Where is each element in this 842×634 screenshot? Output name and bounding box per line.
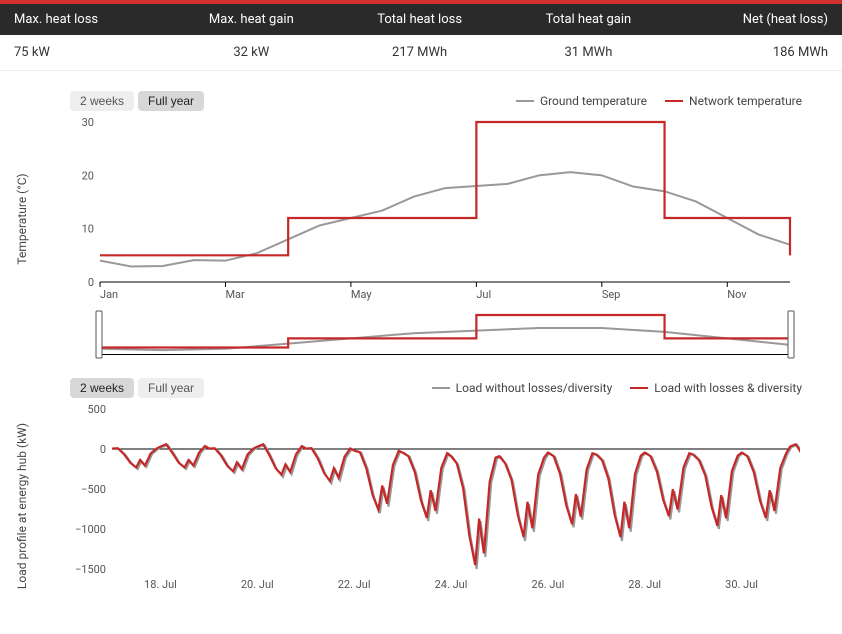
col-total-heat-gain: Total heat gain <box>504 2 673 35</box>
legend-without-label: Load without losses/diversity <box>456 381 613 395</box>
svg-text:18. Jul: 18. Jul <box>144 578 177 591</box>
load-chart-area: 2 weeks Full year Load without losses/di… <box>0 372 842 604</box>
svg-text:30: 30 <box>82 117 94 129</box>
col-net-heat-loss: Net (heat loss) <box>673 2 842 35</box>
legend-ground-temp: Ground temperature <box>516 94 647 108</box>
svg-text:−500: −500 <box>81 483 106 496</box>
chart1-ylabel: Temperature (°C) <box>15 173 29 264</box>
legend-ground-label: Ground temperature <box>540 94 647 108</box>
svg-text:−1000: −1000 <box>75 523 106 536</box>
svg-text:Jul: Jul <box>476 288 491 301</box>
val-net-heat-loss: 186 MWh <box>673 35 842 71</box>
val-max-heat-loss: 75 kW <box>0 35 167 71</box>
svg-text:10: 10 <box>82 223 94 236</box>
heat-stats-table: Max. heat loss Max. heat gain Total heat… <box>0 0 842 71</box>
svg-text:500: 500 <box>87 404 106 416</box>
chart1-plot: Temperature (°C) 0102030JanMarMayJulSepN… <box>70 117 802 307</box>
chart2-2weeks-button[interactable]: 2 weeks <box>70 378 134 398</box>
svg-text:24. Jul: 24. Jul <box>435 578 468 591</box>
chart2-svg[interactable]: −1500 −1000 −500 0 500 18. Jul 20. Jul 22. Jul 2… <box>70 404 800 594</box>
svg-text:0: 0 <box>88 276 94 289</box>
svg-text:Nov: Nov <box>727 288 747 301</box>
chart1-brush[interactable] <box>70 307 800 362</box>
swatch-red-icon <box>630 387 648 389</box>
swatch-gray-icon <box>516 100 534 102</box>
val-total-heat-gain: 31 MWh <box>504 35 673 71</box>
legend-load-with: Load with losses & diversity <box>630 381 802 395</box>
chart2-controls: 2 weeks Full year Load without losses/di… <box>70 378 802 398</box>
svg-text:0: 0 <box>100 443 106 456</box>
col-max-heat-gain: Max. heat gain <box>167 2 335 35</box>
svg-text:20: 20 <box>82 169 94 182</box>
col-total-heat-loss: Total heat loss <box>335 2 503 35</box>
swatch-red-icon <box>665 100 683 102</box>
val-total-heat-loss: 217 MWh <box>335 35 503 71</box>
chart1-2weeks-button[interactable]: 2 weeks <box>70 91 134 111</box>
chart1-fullyear-button[interactable]: Full year <box>138 91 204 111</box>
temperature-chart-area: 2 weeks Full year Ground temperature Net… <box>0 71 842 372</box>
chart2-plot: Load profile at energy hub (kW) −1500−10… <box>70 404 802 594</box>
legend-load-without: Load without losses/diversity <box>432 381 613 395</box>
svg-text:22. Jul: 22. Jul <box>338 578 371 591</box>
svg-text:28. Jul: 28. Jul <box>628 578 661 591</box>
legend-with-label: Load with losses & diversity <box>654 381 802 395</box>
legend-network-temp: Network temperature <box>665 94 802 108</box>
svg-text:Jan: Jan <box>100 288 118 301</box>
svg-text:Sep: Sep <box>602 288 621 301</box>
svg-text:30. Jul: 30. Jul <box>725 578 758 591</box>
stats-value-row: 75 kW 32 kW 217 MWh 31 MWh 186 MWh <box>0 35 842 71</box>
chart2-fullyear-button[interactable]: Full year <box>138 378 204 398</box>
chart2-ylabel: Load profile at energy hub (kW) <box>15 423 29 589</box>
val-max-heat-gain: 32 kW <box>167 35 335 71</box>
svg-text:20. Jul: 20. Jul <box>241 578 274 591</box>
svg-text:26. Jul: 26. Jul <box>531 578 564 591</box>
svg-text:May: May <box>351 288 373 301</box>
legend-network-label: Network temperature <box>689 94 802 108</box>
svg-text:−1500: −1500 <box>75 563 106 576</box>
swatch-gray-icon <box>432 387 450 389</box>
chart1-svg[interactable]: 0 10 20 30 Jan Mar May Jul Sep Nov <box>70 117 800 307</box>
col-max-heat-loss: Max. heat loss <box>0 2 167 35</box>
svg-text:Mar: Mar <box>225 288 245 301</box>
chart1-controls: 2 weeks Full year Ground temperature Net… <box>70 91 802 111</box>
stats-header-row: Max. heat loss Max. heat gain Total heat… <box>0 2 842 35</box>
